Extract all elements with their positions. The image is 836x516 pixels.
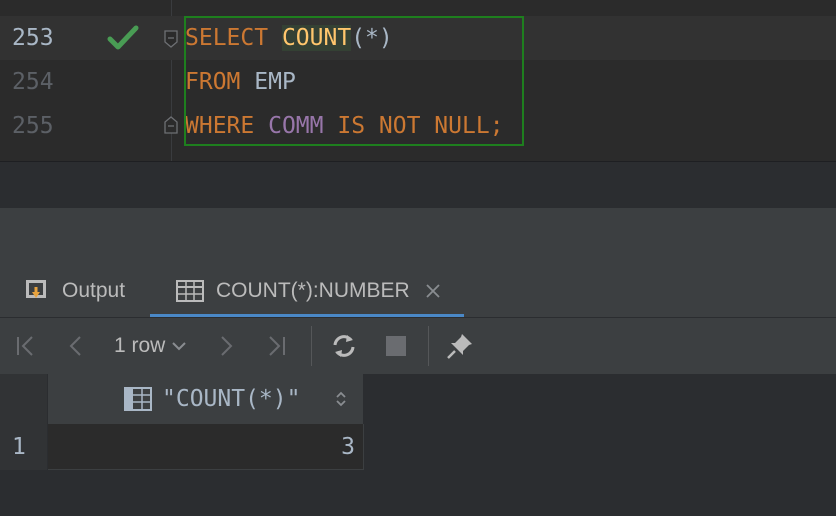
checkmark-icon <box>107 25 139 50</box>
line-number: 255 <box>12 113 54 139</box>
line-number: 253 <box>12 25 54 51</box>
previous-page-icon[interactable] <box>62 332 90 360</box>
keyword-token: FROM <box>185 69 241 95</box>
fold-start-icon[interactable] <box>164 30 178 48</box>
results-toolbar: 1 row <box>0 318 836 374</box>
editor-line[interactable]: 255 WHERE COMM IS NOT NULL; <box>0 104 836 148</box>
fold-end-icon[interactable] <box>164 116 178 134</box>
refresh-icon[interactable] <box>330 332 358 360</box>
row-number-header <box>0 374 47 424</box>
table-cell[interactable]: 3 <box>48 424 364 470</box>
pin-icon[interactable] <box>446 332 474 360</box>
stop-icon[interactable] <box>382 332 410 360</box>
sql-editor[interactable]: 253 SELECT COUNT(*) 254 FROM EMP 255 WHE… <box>0 0 836 161</box>
row-count-selector[interactable]: 1 row <box>114 318 188 374</box>
code-line[interactable]: WHERE COMM IS NOT NULL; <box>185 104 504 148</box>
editor-line[interactable]: 254 FROM EMP <box>0 60 836 104</box>
results-grid: "COUNT(*)" 1 3 <box>0 374 836 516</box>
toolbar-separator <box>311 326 312 366</box>
column-header[interactable]: "COUNT(*)" <box>48 374 364 424</box>
column-token: COMM <box>268 113 324 139</box>
code-line[interactable]: FROM EMP <box>185 60 296 104</box>
tab-label: COUNT(*):NUMBER <box>216 278 410 302</box>
sort-icon[interactable] <box>334 390 348 408</box>
tab-output[interactable]: Output <box>24 264 125 317</box>
first-page-icon[interactable] <box>12 332 40 360</box>
row-count-label: 1 row <box>114 334 166 357</box>
line-number: 254 <box>12 69 54 95</box>
last-page-icon[interactable] <box>262 332 290 360</box>
column-icon <box>124 387 152 411</box>
semicolon-token: ; <box>489 113 504 139</box>
editor-footer-area <box>0 162 836 208</box>
function-token: COUNT <box>281 25 352 51</box>
toolbar-separator <box>428 326 429 366</box>
args-token: (*) <box>351 25 393 51</box>
keyword-token: SELECT <box>185 25 269 51</box>
table-icon <box>176 279 204 302</box>
row-number: 1 <box>0 424 47 470</box>
column-header-label: "COUNT(*)" <box>162 386 301 412</box>
table-token: EMP <box>254 69 296 95</box>
keyword-token: WHERE <box>185 113 255 139</box>
output-icon <box>26 279 46 298</box>
results-tab-bar: Output COUNT(*):NUMBER <box>0 264 836 317</box>
chevron-down-icon <box>172 342 187 351</box>
next-page-icon[interactable] <box>212 332 240 360</box>
code-line[interactable]: SELECT COUNT(*) <box>185 16 393 60</box>
keyword-token: IS NOT NULL <box>337 113 490 139</box>
tab-count-result[interactable]: COUNT(*):NUMBER <box>150 264 464 317</box>
close-icon[interactable] <box>424 282 442 300</box>
tab-label: Output <box>62 278 126 302</box>
panel-spacer <box>0 208 836 264</box>
